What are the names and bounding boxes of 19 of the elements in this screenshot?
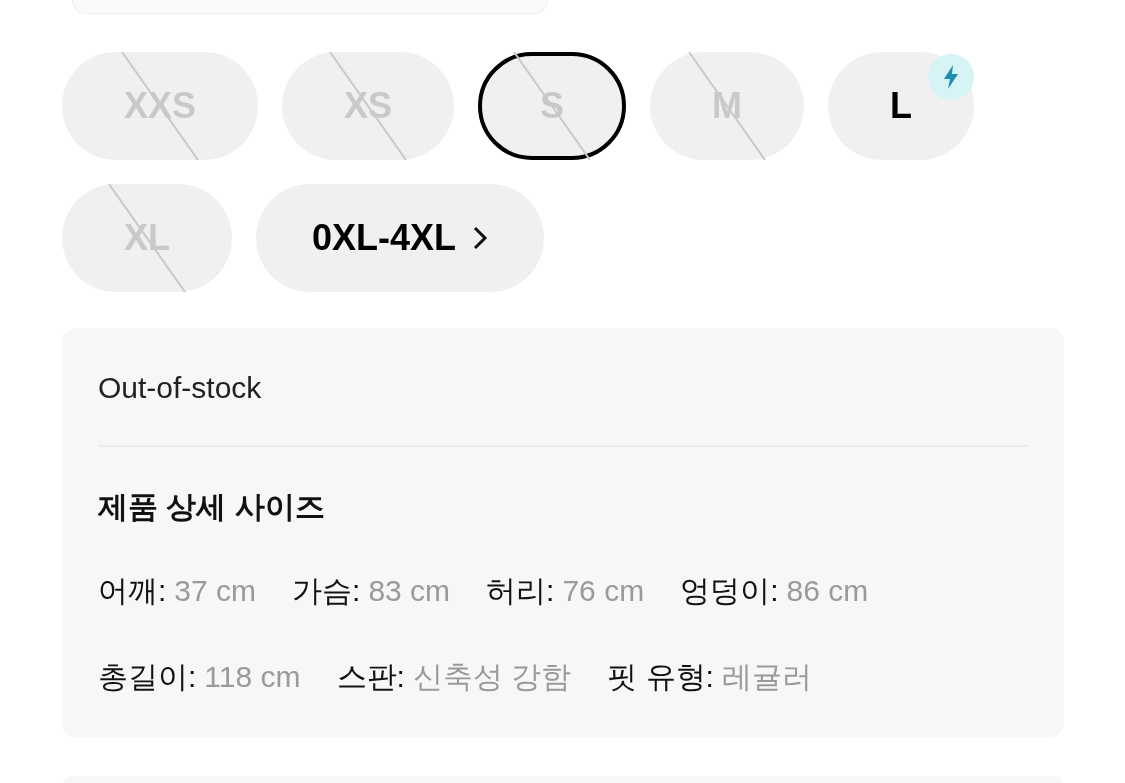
spec-value: 83 cm xyxy=(368,573,451,609)
section-heading: 제품 상세 사이즈 xyxy=(98,489,326,525)
spec-label: 허리: xyxy=(486,573,555,609)
spec-value: 76 cm xyxy=(562,573,645,609)
spec-value: 신축성 강함 xyxy=(412,659,572,695)
spec-label: 어깨: xyxy=(98,573,167,609)
stock-status: Out-of-stock xyxy=(98,370,263,406)
size-option[interactable]: 0XL-4XL xyxy=(256,184,545,292)
spec-value: 37 cm xyxy=(174,573,257,609)
chevron-right-icon xyxy=(472,225,489,251)
spec-value: 레귤러 xyxy=(721,659,812,695)
spec-label: 엉덩이: xyxy=(680,573,779,609)
spec-value: 118 cm xyxy=(204,659,301,695)
spec-label: 총길이: xyxy=(98,659,197,695)
spec-value: 86 cm xyxy=(786,573,869,609)
spec-label: 가슴: xyxy=(292,573,361,609)
size-option[interactable]: L xyxy=(828,52,975,160)
spec-label: 스판: xyxy=(336,659,405,695)
spec-label: 핏 유형: xyxy=(607,659,714,695)
